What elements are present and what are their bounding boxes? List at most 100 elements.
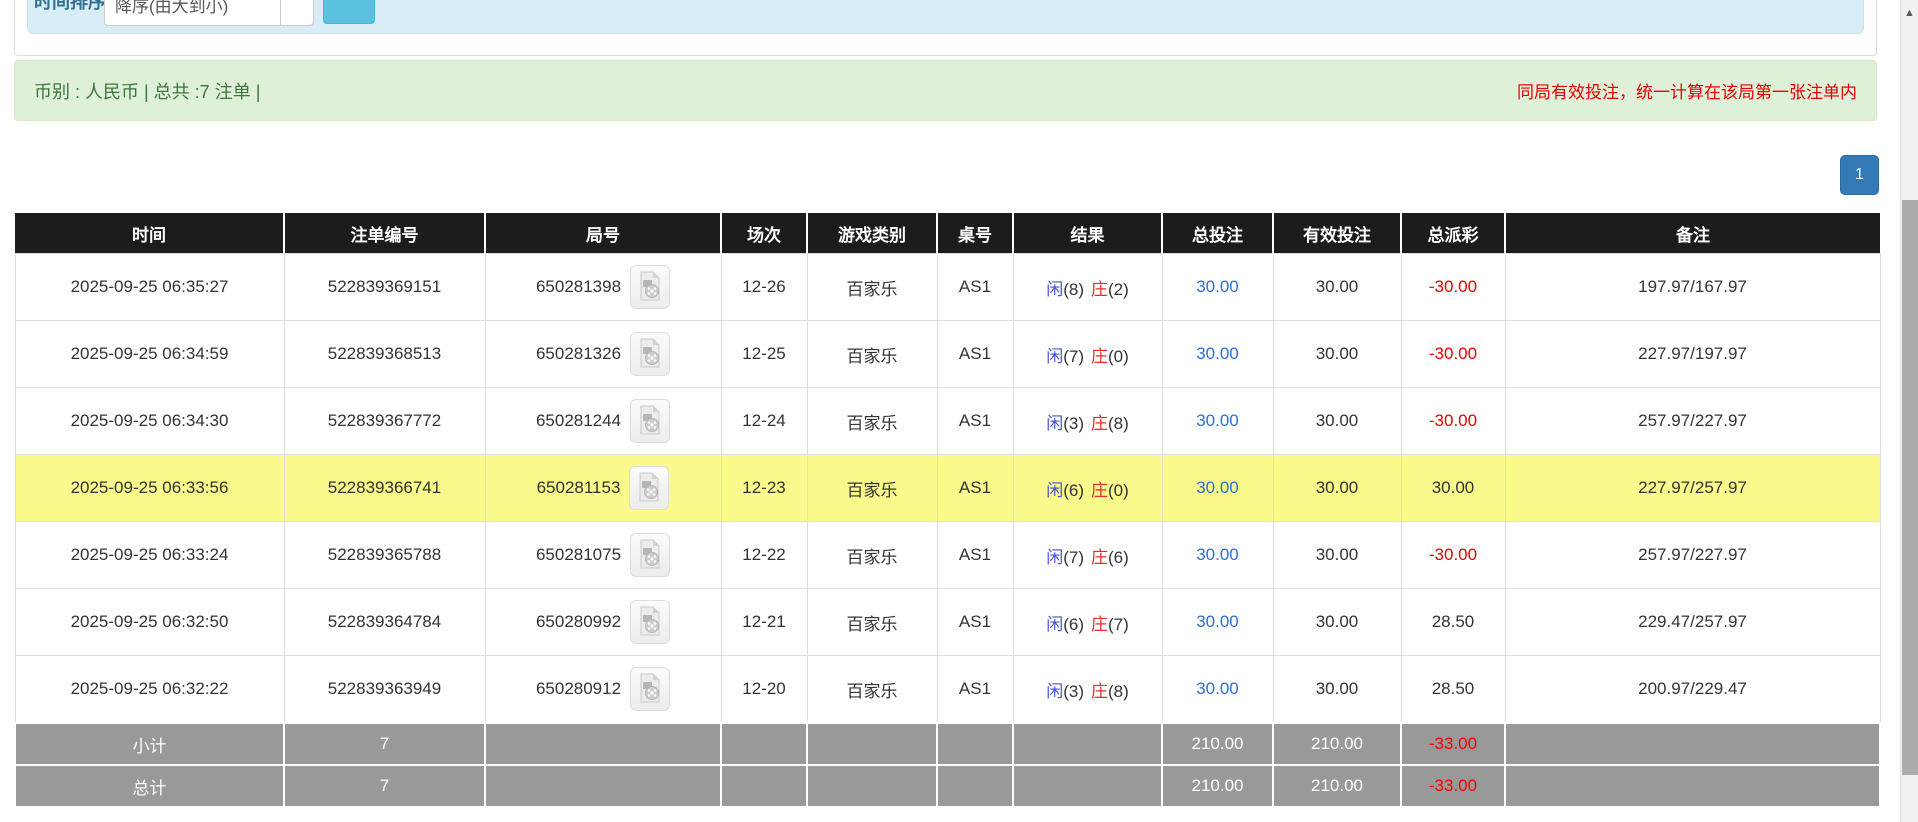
scrollbar-track[interactable]: ▲	[1900, 0, 1918, 822]
film-file-icon	[640, 405, 660, 434]
grand-total-count: 7	[283, 764, 486, 808]
banker-score: (0)	[1108, 346, 1129, 366]
table-row: 2025-09-25 06:34:30 522839367772 6502812…	[14, 387, 1881, 455]
table-no-cell: AS1	[936, 387, 1014, 455]
table-no-cell: AS1	[936, 454, 1014, 522]
search-button[interactable]	[323, 0, 375, 24]
payout-cell: -30.00	[1400, 521, 1506, 589]
round-id-text: 650281326	[535, 344, 622, 363]
film-file-icon	[639, 472, 659, 501]
total-bet-link[interactable]: 30.00	[1196, 344, 1239, 363]
video-replay-button[interactable]	[630, 265, 671, 309]
total-bet-link[interactable]: 30.00	[1196, 545, 1239, 564]
player-score: (6)	[1063, 480, 1084, 500]
header-valid-bet: 有效投注	[1272, 213, 1401, 254]
empty-cell	[1012, 764, 1163, 808]
bet-id-cell: 522839363949	[283, 655, 486, 724]
empty-cell	[806, 722, 938, 766]
banker-score: (8)	[1108, 681, 1129, 701]
remark-cell: 229.47/257.97	[1504, 588, 1881, 656]
summary-bar: 币别 : 人民币 | 总共 :7 注单 | 同局有效投注，统一计算在该局第一张注…	[14, 60, 1877, 121]
remark-cell: 197.97/167.97	[1504, 253, 1881, 321]
filter-panel: 时间排序 : 降序(由大到小)	[14, 0, 1877, 56]
bet-id-cell: 522839365788	[283, 521, 486, 589]
grand-total-row: 总计 7 210.00 210.00 -33.00	[14, 764, 1881, 808]
total-bet-link[interactable]: 30.00	[1196, 679, 1239, 698]
banker-score: (2)	[1108, 279, 1129, 299]
subtotal-label: 小计	[14, 722, 285, 766]
bet-id-cell: 522839367772	[283, 387, 486, 455]
header-time: 时间	[15, 213, 284, 254]
grand-total-label: 总计	[14, 764, 285, 808]
banker-label: 庄	[1091, 480, 1108, 500]
player-label: 闲	[1046, 547, 1064, 567]
round-id-cell: 650281244	[484, 387, 722, 455]
video-replay-button[interactable]	[630, 533, 671, 577]
player-score: (6)	[1063, 614, 1084, 634]
total-bet-link[interactable]: 30.00	[1196, 612, 1239, 631]
empty-cell	[1504, 722, 1881, 766]
time-cell: 2025-09-25 06:33:56	[14, 454, 285, 522]
banker-label: 庄	[1091, 346, 1108, 366]
round-id-cell: 650280992	[484, 588, 722, 656]
empty-cell	[936, 764, 1014, 808]
grand-total-payout: -33.00	[1400, 764, 1506, 808]
total-bet-link[interactable]: 30.00	[1196, 277, 1239, 296]
scrollbar-up-arrow-icon[interactable]: ▲	[1901, 8, 1918, 19]
payout-cell: 28.50	[1400, 655, 1506, 724]
table-row: 2025-09-25 06:32:50 522839364784 6502809…	[14, 588, 1881, 656]
banker-label: 庄	[1091, 279, 1108, 299]
video-replay-button[interactable]	[629, 466, 670, 510]
session-cell: 12-22	[720, 521, 808, 589]
round-id-cell: 650281326	[484, 320, 722, 388]
table-no-cell: AS1	[936, 320, 1014, 388]
empty-cell	[806, 764, 938, 808]
grand-total-total-bet: 210.00	[1161, 764, 1274, 808]
header-bet-id: 注单编号	[283, 213, 485, 254]
empty-cell	[720, 722, 808, 766]
result-cell: 闲(6) 庄(0)	[1012, 454, 1163, 522]
subtotal-payout: -33.00	[1400, 722, 1506, 766]
session-cell: 12-26	[720, 253, 808, 321]
film-file-icon	[640, 338, 660, 367]
valid-bet-cell: 30.00	[1272, 588, 1402, 656]
remark-cell: 227.97/257.97	[1504, 454, 1881, 522]
video-replay-button[interactable]	[630, 600, 671, 644]
time-cell: 2025-09-25 06:34:30	[14, 387, 285, 455]
scrollbar-thumb[interactable]	[1902, 200, 1918, 775]
game-type-cell: 百家乐	[806, 387, 938, 455]
video-replay-button[interactable]	[630, 332, 671, 376]
empty-cell	[484, 764, 722, 808]
pagination-page-1[interactable]: 1	[1840, 155, 1879, 195]
session-cell: 12-21	[720, 588, 808, 656]
film-file-icon	[640, 673, 660, 702]
video-replay-button[interactable]	[630, 667, 671, 711]
game-type-cell: 百家乐	[806, 655, 938, 724]
grand-total-valid-bet: 210.00	[1272, 764, 1402, 808]
total-bet-link[interactable]: 30.00	[1196, 478, 1239, 497]
total-bet-cell: 30.00	[1161, 454, 1274, 522]
banker-score: (6)	[1108, 547, 1129, 567]
banker-label: 庄	[1091, 547, 1108, 567]
table-no-cell: AS1	[936, 521, 1014, 589]
video-replay-button[interactable]	[630, 399, 671, 443]
sort-select[interactable]: 降序(由大到小)	[104, 0, 314, 26]
valid-bet-cell: 30.00	[1272, 387, 1402, 455]
banker-score: (7)	[1108, 614, 1129, 634]
bet-records-table: 时间 注单编号 局号 场次 游戏类别 桌号 结果 总投注 有效投注 总派彩 备注…	[14, 213, 1881, 808]
round-id-text: 650280912	[535, 679, 622, 698]
round-id-cell: 650281153	[484, 454, 722, 522]
player-score: (3)	[1063, 681, 1084, 701]
valid-bet-cell: 30.00	[1272, 253, 1402, 321]
player-label: 闲	[1046, 681, 1064, 701]
session-cell: 12-25	[720, 320, 808, 388]
bet-id-cell: 522839366741	[283, 454, 486, 522]
header-session: 场次	[720, 213, 807, 254]
table-no-cell: AS1	[936, 253, 1014, 321]
banker-score: (8)	[1108, 413, 1129, 433]
bet-id-cell: 522839368513	[283, 320, 486, 388]
total-bet-cell: 30.00	[1161, 588, 1274, 656]
game-type-cell: 百家乐	[806, 454, 938, 522]
total-bet-link[interactable]: 30.00	[1196, 411, 1239, 430]
player-label: 闲	[1046, 279, 1064, 299]
